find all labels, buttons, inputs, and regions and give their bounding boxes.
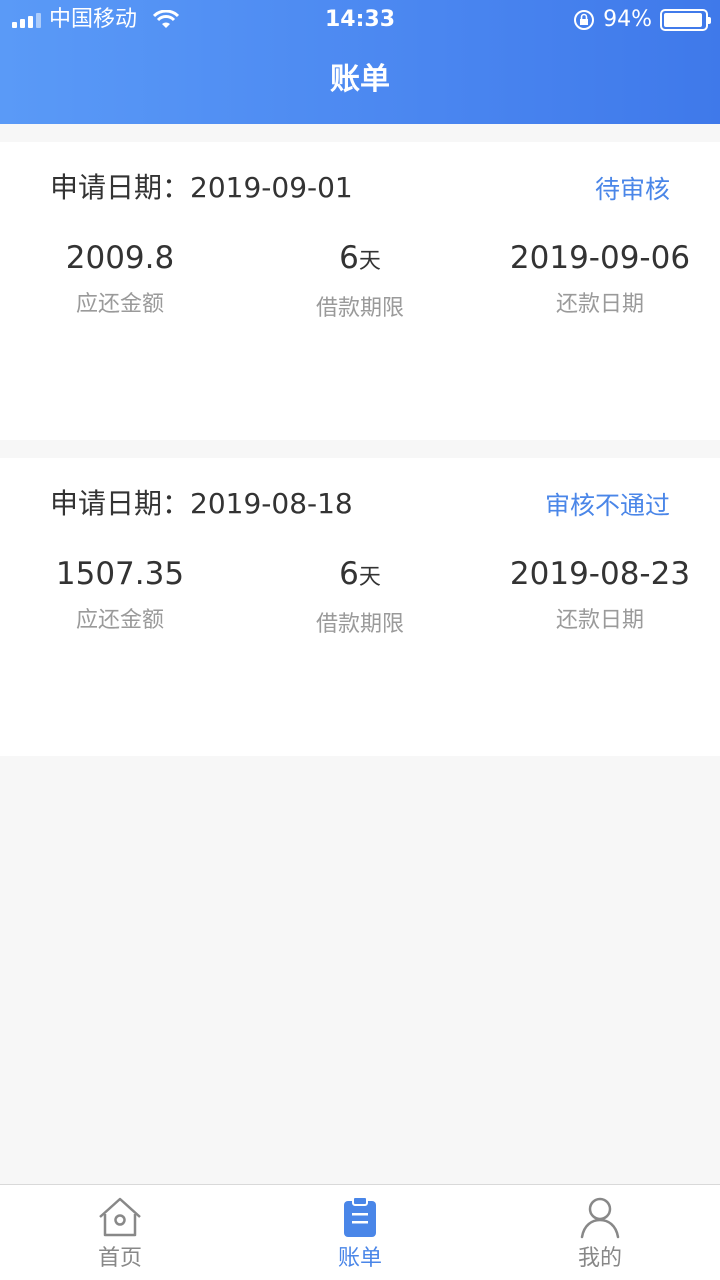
amount-label: 应还金额 xyxy=(75,608,164,633)
amount-label: 应还金额 xyxy=(75,292,164,317)
term-value: 6 xyxy=(339,240,359,276)
bill-card[interactable]: 申请日期：2019-09-01 待审核 2009.8 应还金额 6天 借款期限 … xyxy=(0,142,720,440)
bill-status: 待审核 xyxy=(594,175,670,204)
battery-icon xyxy=(660,9,711,31)
tab-bar: 首页 账单 我的 xyxy=(0,1184,720,1280)
tab-bill[interactable]: 账单 xyxy=(240,1185,480,1280)
page-title: 账单 xyxy=(330,62,390,97)
apply-date: 2019-08-18 xyxy=(190,487,353,520)
bill-status: 审核不通过 xyxy=(544,491,670,520)
tab-home[interactable]: 首页 xyxy=(0,1185,240,1280)
amount-value: 2009.8 xyxy=(65,240,175,276)
amount-value: 1507.35 xyxy=(55,556,185,592)
term-value: 6 xyxy=(339,556,359,592)
app-header: 中国移动 14:33 94% 账单 xyxy=(0,0,720,124)
tab-label: 账单 xyxy=(337,1246,382,1271)
status-bar: 中国移动 14:33 94% xyxy=(0,0,720,40)
apply-date-label: 申请日期： xyxy=(50,171,191,204)
tab-label: 首页 xyxy=(97,1246,142,1271)
due-date-value: 2019-09-06 xyxy=(509,240,691,276)
tab-mine[interactable]: 我的 xyxy=(480,1185,720,1280)
bill-card[interactable]: 申请日期：2019-08-18 审核不通过 1507.35 应还金额 6天 借款… xyxy=(0,458,720,756)
term-label: 借款期限 xyxy=(315,296,404,321)
due-date-label: 还款日期 xyxy=(555,292,644,317)
orientation-lock-icon xyxy=(574,10,595,30)
due-date-value: 2019-08-23 xyxy=(509,556,691,592)
apply-date: 2019-09-01 xyxy=(190,171,353,204)
apply-date-label: 申请日期： xyxy=(50,487,191,520)
user-icon xyxy=(580,1197,620,1239)
tab-label: 我的 xyxy=(577,1246,622,1271)
battery-percent: 94% xyxy=(603,7,652,32)
due-date-label: 还款日期 xyxy=(555,608,644,633)
term-unit: 天 xyxy=(358,565,381,590)
term-unit: 天 xyxy=(358,249,381,274)
home-icon xyxy=(99,1197,141,1237)
term-label: 借款期限 xyxy=(315,612,404,637)
bill-icon xyxy=(344,1196,376,1237)
